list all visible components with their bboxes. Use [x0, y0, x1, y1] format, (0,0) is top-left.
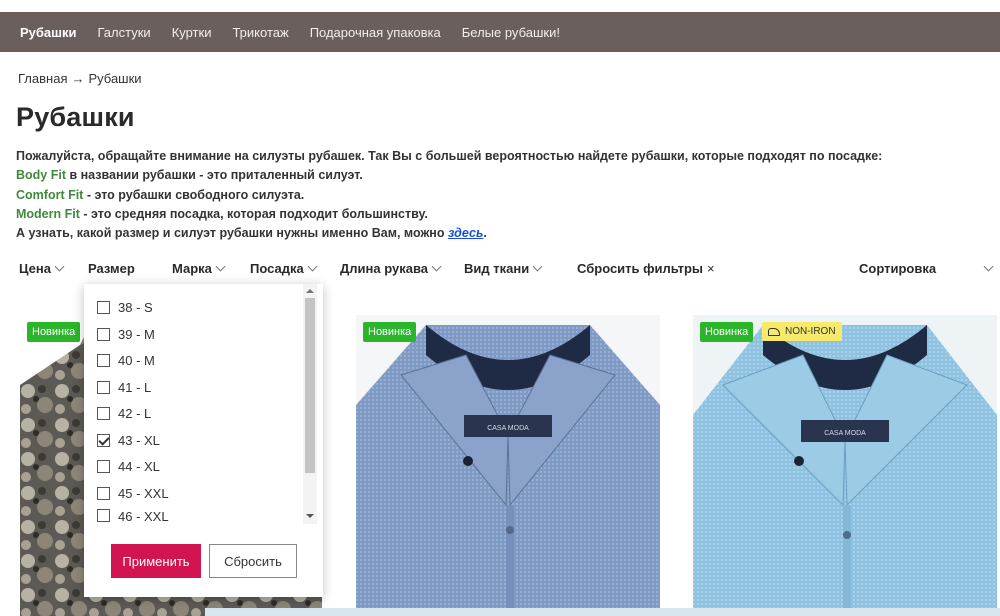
modern-fit-text: - это средняя посадка, которая подходит …: [79, 206, 428, 221]
size-option-label: 39 - M: [118, 326, 155, 342]
size-guide-end: .: [483, 226, 487, 241]
non-iron-badge: NON-IRON: [762, 322, 842, 341]
breadcrumb: Главная → Рубашки: [18, 71, 142, 86]
product-card[interactable]: CASA MODA Новинка: [356, 315, 660, 616]
close-icon: ×: [707, 261, 715, 276]
size-checkbox[interactable]: [97, 459, 110, 473]
fit-description: Пожалуйста, обращайте внимание на силуэт…: [16, 147, 976, 243]
shirt-brand-label: CASA MODA: [824, 430, 866, 437]
shirt-brand-label: CASA MODA: [487, 425, 529, 432]
filter-fit[interactable]: Посадка: [250, 261, 318, 276]
filter-fabric-label: Вид ткани: [464, 261, 530, 276]
filter-brand-label: Марка: [172, 261, 212, 276]
product-image: CASA MODA: [693, 315, 997, 616]
new-badge: Новинка: [363, 322, 417, 342]
filter-size[interactable]: Размер: [88, 261, 135, 276]
chevron-down-icon: [431, 261, 442, 272]
filter-price[interactable]: Цена: [19, 261, 65, 276]
filter-price-label: Цена: [19, 261, 51, 276]
filter-sleeve-length[interactable]: Длина рукава: [340, 261, 442, 276]
size-option[interactable]: 46 - XXL: [97, 509, 169, 523]
new-badge: Новинка: [700, 322, 754, 342]
non-iron-label: NON-IRON: [785, 326, 836, 337]
size-option[interactable]: 44 - XL: [97, 456, 160, 476]
description-size-guide: А узнать, какой размер и силуэт рубашки …: [16, 224, 976, 243]
breadcrumb-home[interactable]: Главная: [18, 71, 67, 86]
page-title: Рубашки: [16, 102, 135, 132]
filter-fit-label: Посадка: [250, 261, 304, 276]
description-intro: Пожалуйста, обращайте внимание на силуэт…: [16, 149, 883, 163]
top-navigation: Рубашки Галстуки Куртки Трикотаж Подароч…: [0, 12, 1000, 52]
filter-fabric[interactable]: Вид ткани: [464, 261, 543, 276]
size-option-label: 42 - L: [118, 405, 152, 421]
reset-filters-button[interactable]: Сбросить фильтры ×: [577, 261, 715, 276]
sort-chevron[interactable]: [980, 261, 994, 276]
size-option-label: 46 - XXL: [118, 509, 169, 523]
breadcrumb-separator: →: [71, 71, 85, 86]
body-fit-label: Body Fit: [16, 168, 66, 183]
sort-label: Сортировка: [859, 261, 937, 276]
apply-button[interactable]: Применить: [111, 544, 201, 578]
filter-brand[interactable]: Марка: [172, 261, 226, 276]
iron-icon: [768, 327, 780, 336]
breadcrumb-current: Рубашки: [88, 71, 142, 86]
product-image: CASA MODA: [356, 315, 660, 616]
size-option[interactable]: 45 - XXL: [97, 483, 169, 503]
size-option-label: 45 - XXL: [118, 485, 169, 501]
body-fit-text: в названии рубашки - это приталенный сил…: [66, 168, 363, 183]
comfort-fit-text: - это рубашки свободного силуэта.: [83, 187, 305, 202]
size-guide-link[interactable]: здесь: [448, 226, 483, 240]
scroll-up-icon[interactable]: [306, 289, 314, 293]
scroll-down-icon[interactable]: [306, 514, 314, 518]
sort-dropdown[interactable]: Сортировка: [859, 261, 936, 276]
size-option[interactable]: 40 - M: [97, 350, 155, 370]
description-body-fit: Body Fit в названии рубашки - это притал…: [16, 166, 976, 185]
size-checkbox[interactable]: [97, 406, 110, 420]
reset-filters-label: Сбросить фильтры: [577, 261, 704, 276]
size-checkbox[interactable]: [97, 486, 110, 500]
size-option-label: 43 - XL: [118, 432, 160, 448]
scrollbar-thumb[interactable]: [305, 298, 315, 473]
reset-button[interactable]: Сбросить: [209, 544, 297, 578]
chevron-down-icon: [215, 261, 226, 272]
size-guide-text: А узнать, какой размер и силуэт рубашки …: [16, 226, 448, 241]
size-checkbox[interactable]: [97, 353, 110, 367]
size-option[interactable]: 41 - L: [97, 377, 151, 397]
chevron-down-icon: [54, 261, 65, 272]
size-option[interactable]: 43 - XL: [97, 430, 160, 450]
comfort-fit-label: Comfort Fit: [16, 187, 84, 202]
description-comfort-fit: Comfort Fit - это рубашки свободного сил…: [16, 186, 976, 205]
product-card[interactable]: CASA MODA Новинка NON-IRON: [693, 315, 997, 616]
filter-size-label: Размер: [88, 261, 135, 276]
modern-fit-label: Modern Fit: [16, 206, 80, 221]
size-checkbox[interactable]: [97, 509, 110, 522]
size-option-label: 41 - L: [118, 379, 152, 395]
product-image-strip: [205, 608, 1000, 616]
nav-item-shirts[interactable]: Рубашки: [20, 25, 77, 40]
size-option[interactable]: 39 - M: [97, 324, 155, 344]
size-checkbox[interactable]: [97, 327, 110, 341]
filter-bar: Цена Размер Марка Посадка Длина рукава В…: [0, 256, 1000, 282]
nav-item-white-shirts[interactable]: Белые рубашки!: [462, 25, 560, 40]
new-badge: Новинка: [27, 322, 81, 342]
size-option-label: 40 - M: [118, 352, 155, 368]
description-modern-fit: Modern Fit - это средняя посадка, котора…: [16, 205, 976, 224]
size-filter-dropdown: 38 - S 39 - M 40 - M 41 - L 42 - L 43 - …: [84, 284, 323, 597]
size-option-label: 44 - XL: [118, 458, 160, 474]
size-checkbox[interactable]: [97, 380, 110, 394]
filter-sleeve-label: Длина рукава: [340, 261, 428, 276]
nav-item-jackets[interactable]: Куртки: [172, 25, 212, 40]
chevron-down-icon: [532, 261, 543, 272]
nav-item-knitwear[interactable]: Трикотаж: [232, 25, 288, 40]
size-option[interactable]: 38 - S: [97, 297, 153, 317]
size-checkbox[interactable]: [97, 300, 110, 314]
chevron-down-icon: [983, 261, 994, 272]
nav-item-gift-wrap[interactable]: Подарочная упаковка: [310, 25, 441, 40]
nav-item-ties[interactable]: Галстуки: [98, 25, 151, 40]
size-option-label: 38 - S: [118, 299, 153, 315]
size-checkbox-checked[interactable]: [97, 433, 110, 447]
size-option[interactable]: 42 - L: [97, 403, 151, 423]
chevron-down-icon: [307, 261, 318, 272]
